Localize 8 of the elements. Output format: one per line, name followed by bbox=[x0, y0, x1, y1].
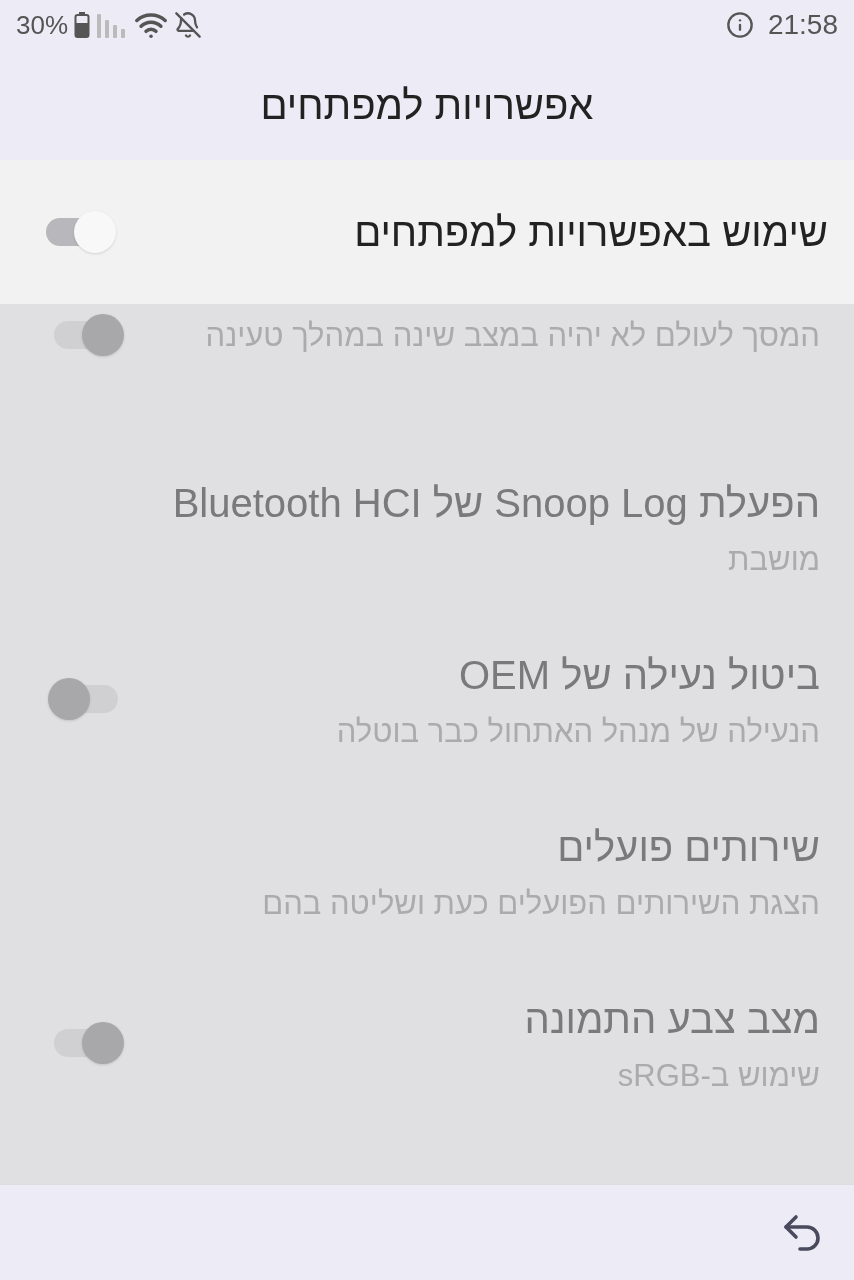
setting-title: שירותים פועלים bbox=[556, 824, 820, 871]
battery-percent: 30% bbox=[16, 8, 69, 42]
setting-title: מצב צבע התמונה bbox=[524, 996, 820, 1043]
clock: 21:58 bbox=[767, 8, 838, 42]
setting-title: שימוש באפשרויות למפתחים bbox=[354, 209, 828, 256]
setting-title: הפעלת Snoop Log של Bluetooth HCI bbox=[172, 480, 820, 527]
page-title: אפשרויות למפתחים bbox=[260, 82, 594, 129]
setting-title: ביטול נעילה של OEM bbox=[457, 652, 820, 699]
